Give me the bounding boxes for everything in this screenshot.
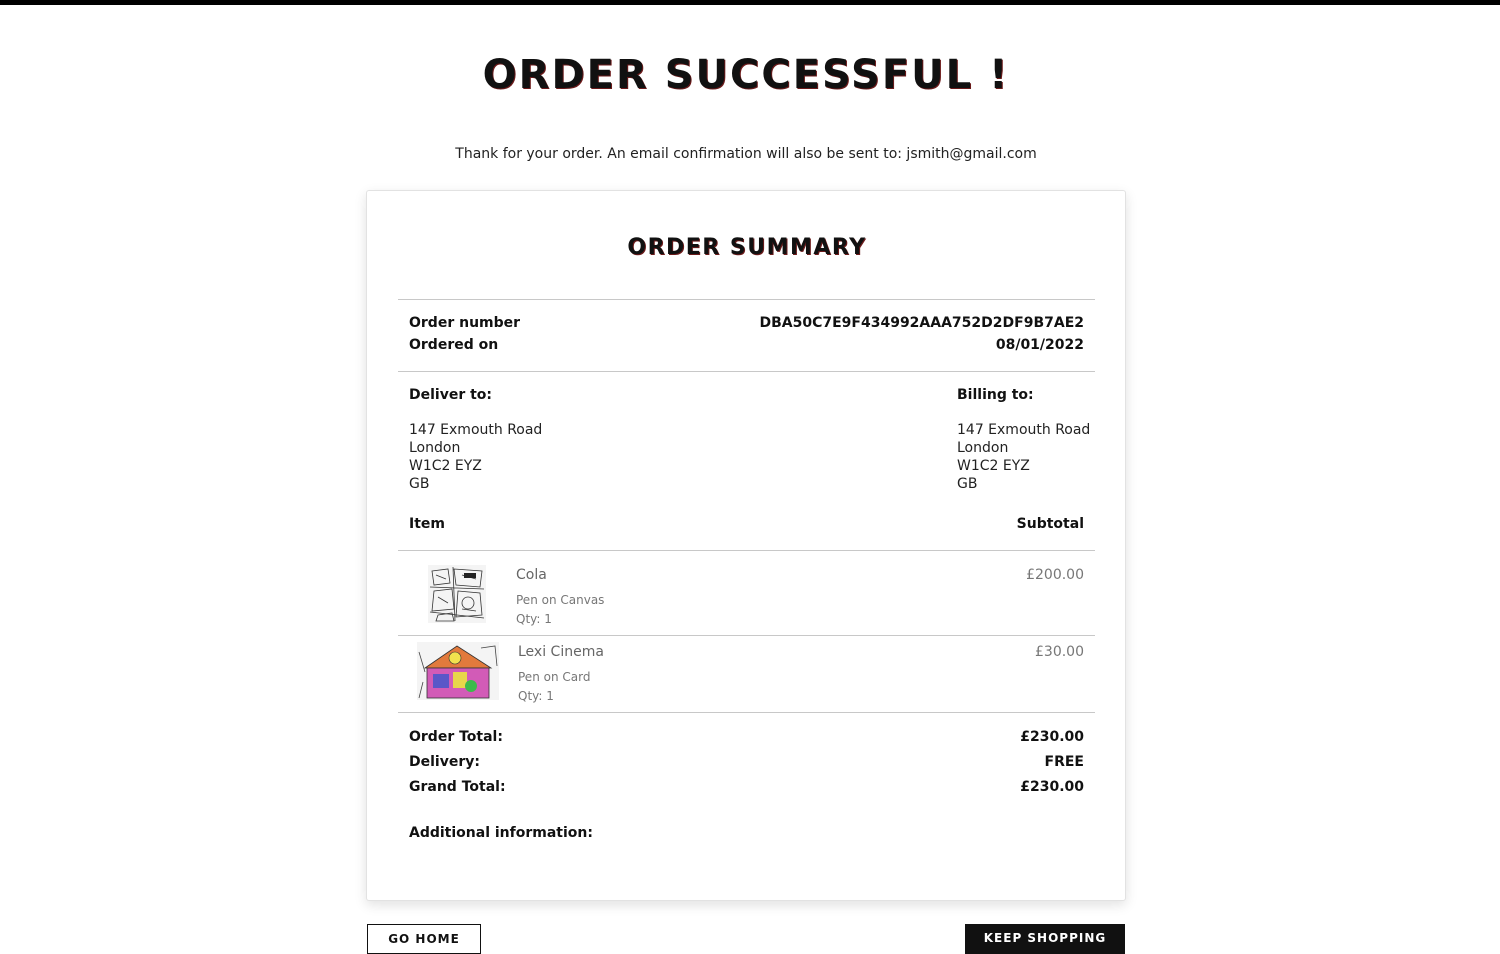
top-bar [0, 0, 1500, 5]
artwork-thumbnail [417, 642, 499, 700]
delivery-label: Delivery: [409, 754, 480, 770]
additional-info-label: Additional information: [409, 825, 593, 841]
billing-address-line: W1C2 EYZ [957, 458, 1030, 474]
list-item: Lexi Cinema Pen on Card Qty: 1 £30.00 [398, 628, 1095, 712]
page-title: ORDER SUCCESSFUL ! [482, 52, 1010, 98]
item-subtotal: £200.00 [1026, 567, 1084, 583]
item-name: Cola [516, 567, 547, 583]
subtotal-column-header: Subtotal [1016, 516, 1084, 532]
divider [398, 712, 1095, 713]
go-home-button[interactable]: GO HOME [367, 924, 481, 954]
order-number-value: DBA50C7E9F434992AAA752D2DF9B7AE2 [759, 315, 1084, 331]
list-item: Cola Pen on Canvas Qty: 1 £200.00 [398, 551, 1095, 635]
divider [398, 299, 1095, 300]
item-subtotal: £30.00 [1035, 644, 1084, 660]
delivery-address-line: 147 Exmouth Road [409, 422, 543, 438]
item-quantity: Qty: 1 [518, 689, 554, 703]
billing-to-heading: Billing to: [957, 387, 1034, 403]
artwork-thumbnail [428, 565, 486, 623]
item-name: Lexi Cinema [518, 644, 604, 660]
item-medium: Pen on Canvas [516, 593, 605, 607]
delivery-address-line: W1C2 EYZ [409, 458, 482, 474]
billing-address-line: London [957, 440, 1009, 456]
billing-address-line: 147 Exmouth Road [957, 422, 1091, 438]
item-quantity: Qty: 1 [516, 612, 552, 626]
billing-address-line: GB [957, 476, 978, 492]
order-total-label: Order Total: [409, 729, 503, 745]
divider [398, 371, 1095, 372]
item-column-header: Item [409, 516, 445, 532]
grand-total-label: Grand Total: [409, 779, 506, 795]
order-summary-title: ORDER SUMMARY [627, 235, 867, 260]
order-number-label: Order number [409, 315, 521, 331]
delivery-address-line: London [409, 440, 461, 456]
order-total-value: £230.00 [1020, 729, 1084, 745]
grand-total-value: £230.00 [1020, 779, 1084, 795]
keep-shopping-button[interactable]: KEEP SHOPPING [965, 924, 1125, 954]
delivery-address-line: GB [409, 476, 430, 492]
delivery-address: 147 Exmouth Road London W1C2 EYZ GB [409, 421, 542, 493]
confirmation-message: Thank for your order. An email confirmat… [455, 146, 1037, 162]
ordered-on-value: 08/01/2022 [995, 337, 1084, 353]
order-summary-card: ORDER SUMMARY Order number DBA50C7E9F434… [366, 190, 1126, 901]
item-medium: Pen on Card [518, 670, 591, 684]
ordered-on-label: Ordered on [409, 337, 499, 353]
delivery-value: FREE [1044, 754, 1084, 770]
billing-address: 147 Exmouth Road London W1C2 EYZ GB [957, 421, 1090, 493]
deliver-to-heading: Deliver to: [409, 387, 493, 403]
